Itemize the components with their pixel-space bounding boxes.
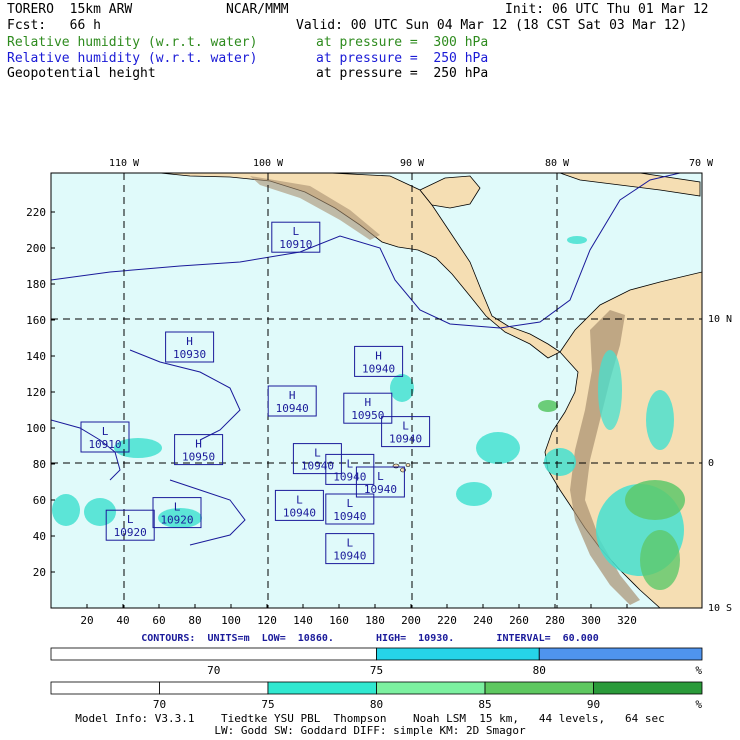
- x-tick-label: 300: [581, 614, 601, 627]
- system-value: 10940: [276, 402, 309, 415]
- colorbar-tick: 70: [153, 698, 166, 711]
- system-value: 10950: [182, 451, 215, 464]
- system-value: 10930: [173, 348, 206, 361]
- lon-label: 100 W: [253, 158, 284, 169]
- lon-label: 80 W: [545, 158, 570, 169]
- colorbar-tick: 70: [207, 664, 220, 677]
- x-tick-label: 240: [473, 614, 493, 627]
- colorbar-tick: 80: [533, 664, 546, 677]
- y-tick-label: 80: [33, 458, 46, 471]
- y-tick-label: 180: [26, 278, 46, 291]
- system-type: L: [377, 470, 384, 483]
- system-value: 10940: [333, 510, 366, 523]
- colorbar-segment: [376, 681, 486, 695]
- system-type: L: [127, 513, 134, 526]
- system-type: L: [346, 497, 353, 510]
- colorbar-tick: 85: [478, 698, 491, 711]
- y-tick-label: 60: [33, 494, 46, 507]
- colorbar-tick: 75: [370, 664, 383, 677]
- lat-label: 0: [708, 458, 714, 469]
- system-value: 10920: [114, 526, 147, 539]
- system-value: 10920: [160, 514, 193, 527]
- weather-map: L10910H10930H10940L10910 H10950 L10940 L109…: [26, 158, 732, 711]
- system-type: L: [102, 425, 109, 438]
- colorbar-segment: [159, 681, 269, 695]
- x-tick-label: 120: [257, 614, 277, 627]
- colorbar-segment: [50, 681, 160, 695]
- x-tick-label: 60: [152, 614, 165, 627]
- x-tick-label: 220: [437, 614, 457, 627]
- lon-label: 90 W: [400, 158, 425, 169]
- system-value: 10940: [333, 470, 366, 483]
- system-value: 10940: [301, 460, 334, 473]
- system-type: L: [292, 225, 299, 238]
- lat-label: 10 S: [708, 603, 732, 614]
- colorbar-tick: 75: [261, 698, 274, 711]
- x-tick-label: 200: [401, 614, 421, 627]
- colorbar-segment: [538, 647, 703, 661]
- x-tick-label: 160: [329, 614, 349, 627]
- system-value: 10940: [362, 362, 395, 375]
- y-tick-label: 220: [26, 206, 46, 219]
- system-value: 10910: [88, 438, 121, 451]
- system-value: 10950: [351, 409, 384, 422]
- colorbar-segment: [50, 647, 377, 661]
- y-tick-label: 120: [26, 386, 46, 399]
- system-type: L: [174, 501, 181, 514]
- system-type: L: [402, 420, 409, 433]
- y-tick-label: 100: [26, 422, 46, 435]
- system-type: L: [314, 447, 321, 460]
- system-value: 10940: [333, 550, 366, 563]
- x-tick-label: 260: [509, 614, 529, 627]
- system-type: H: [186, 335, 193, 348]
- x-tick-label: 140: [293, 614, 313, 627]
- y-tick-label: 40: [33, 530, 46, 543]
- lat-labels: 10 N 0 10 S: [708, 314, 732, 614]
- rh300-colorbar: 70 75 80%: [50, 647, 703, 677]
- system-value: 10910: [279, 238, 312, 251]
- system-type: L: [346, 537, 353, 550]
- system-value: 10940: [283, 506, 316, 519]
- system-type: H: [375, 349, 382, 362]
- lon-labels: 110 W 100 W 90 W 80 W 70 W: [109, 158, 714, 169]
- lon-label: 70 W: [689, 158, 714, 169]
- y-tick-label: 140: [26, 350, 46, 363]
- colorbar-segment: [267, 681, 377, 695]
- lat-label: 10 N: [708, 314, 732, 325]
- colorbar-unit: %: [695, 698, 702, 711]
- y-tick-label: 160: [26, 314, 46, 327]
- x-tick-label: 280: [545, 614, 565, 627]
- colorbar-tick: 90: [587, 698, 600, 711]
- system-type: L: [346, 457, 353, 470]
- x-tick-label: 40: [116, 614, 129, 627]
- system-type: H: [289, 389, 296, 402]
- colorbar-segment: [484, 681, 594, 695]
- colorbar-segment: [376, 647, 540, 661]
- model-info-line2: LW: Godd SW: Goddard DIFF: simple KM: 2D…: [214, 724, 526, 737]
- system-type: L: [296, 493, 303, 506]
- y-tick-label: 20: [33, 566, 46, 579]
- colorbar-tick: 80: [370, 698, 383, 711]
- x-tick-label: 180: [365, 614, 385, 627]
- system-value: 10940: [364, 483, 397, 496]
- x-tick-label: 100: [221, 614, 241, 627]
- x-tick-label: 80: [188, 614, 201, 627]
- x-tick-label: 20: [80, 614, 93, 627]
- x-tick-label: 320: [617, 614, 637, 627]
- system-type: H: [364, 396, 371, 409]
- lon-label: 110 W: [109, 158, 140, 169]
- system-type: H: [195, 438, 202, 451]
- rh250-colorbar: 70 75 80 85 90%: [50, 681, 703, 711]
- colorbar-segment: [593, 681, 703, 695]
- contour-info: CONTOURS: UNITS=m LOW= 10860. HIGH= 1093…: [141, 633, 599, 644]
- system-value: 10940: [389, 433, 422, 446]
- y-tick-label: 200: [26, 242, 46, 255]
- colorbar-unit: %: [695, 664, 702, 677]
